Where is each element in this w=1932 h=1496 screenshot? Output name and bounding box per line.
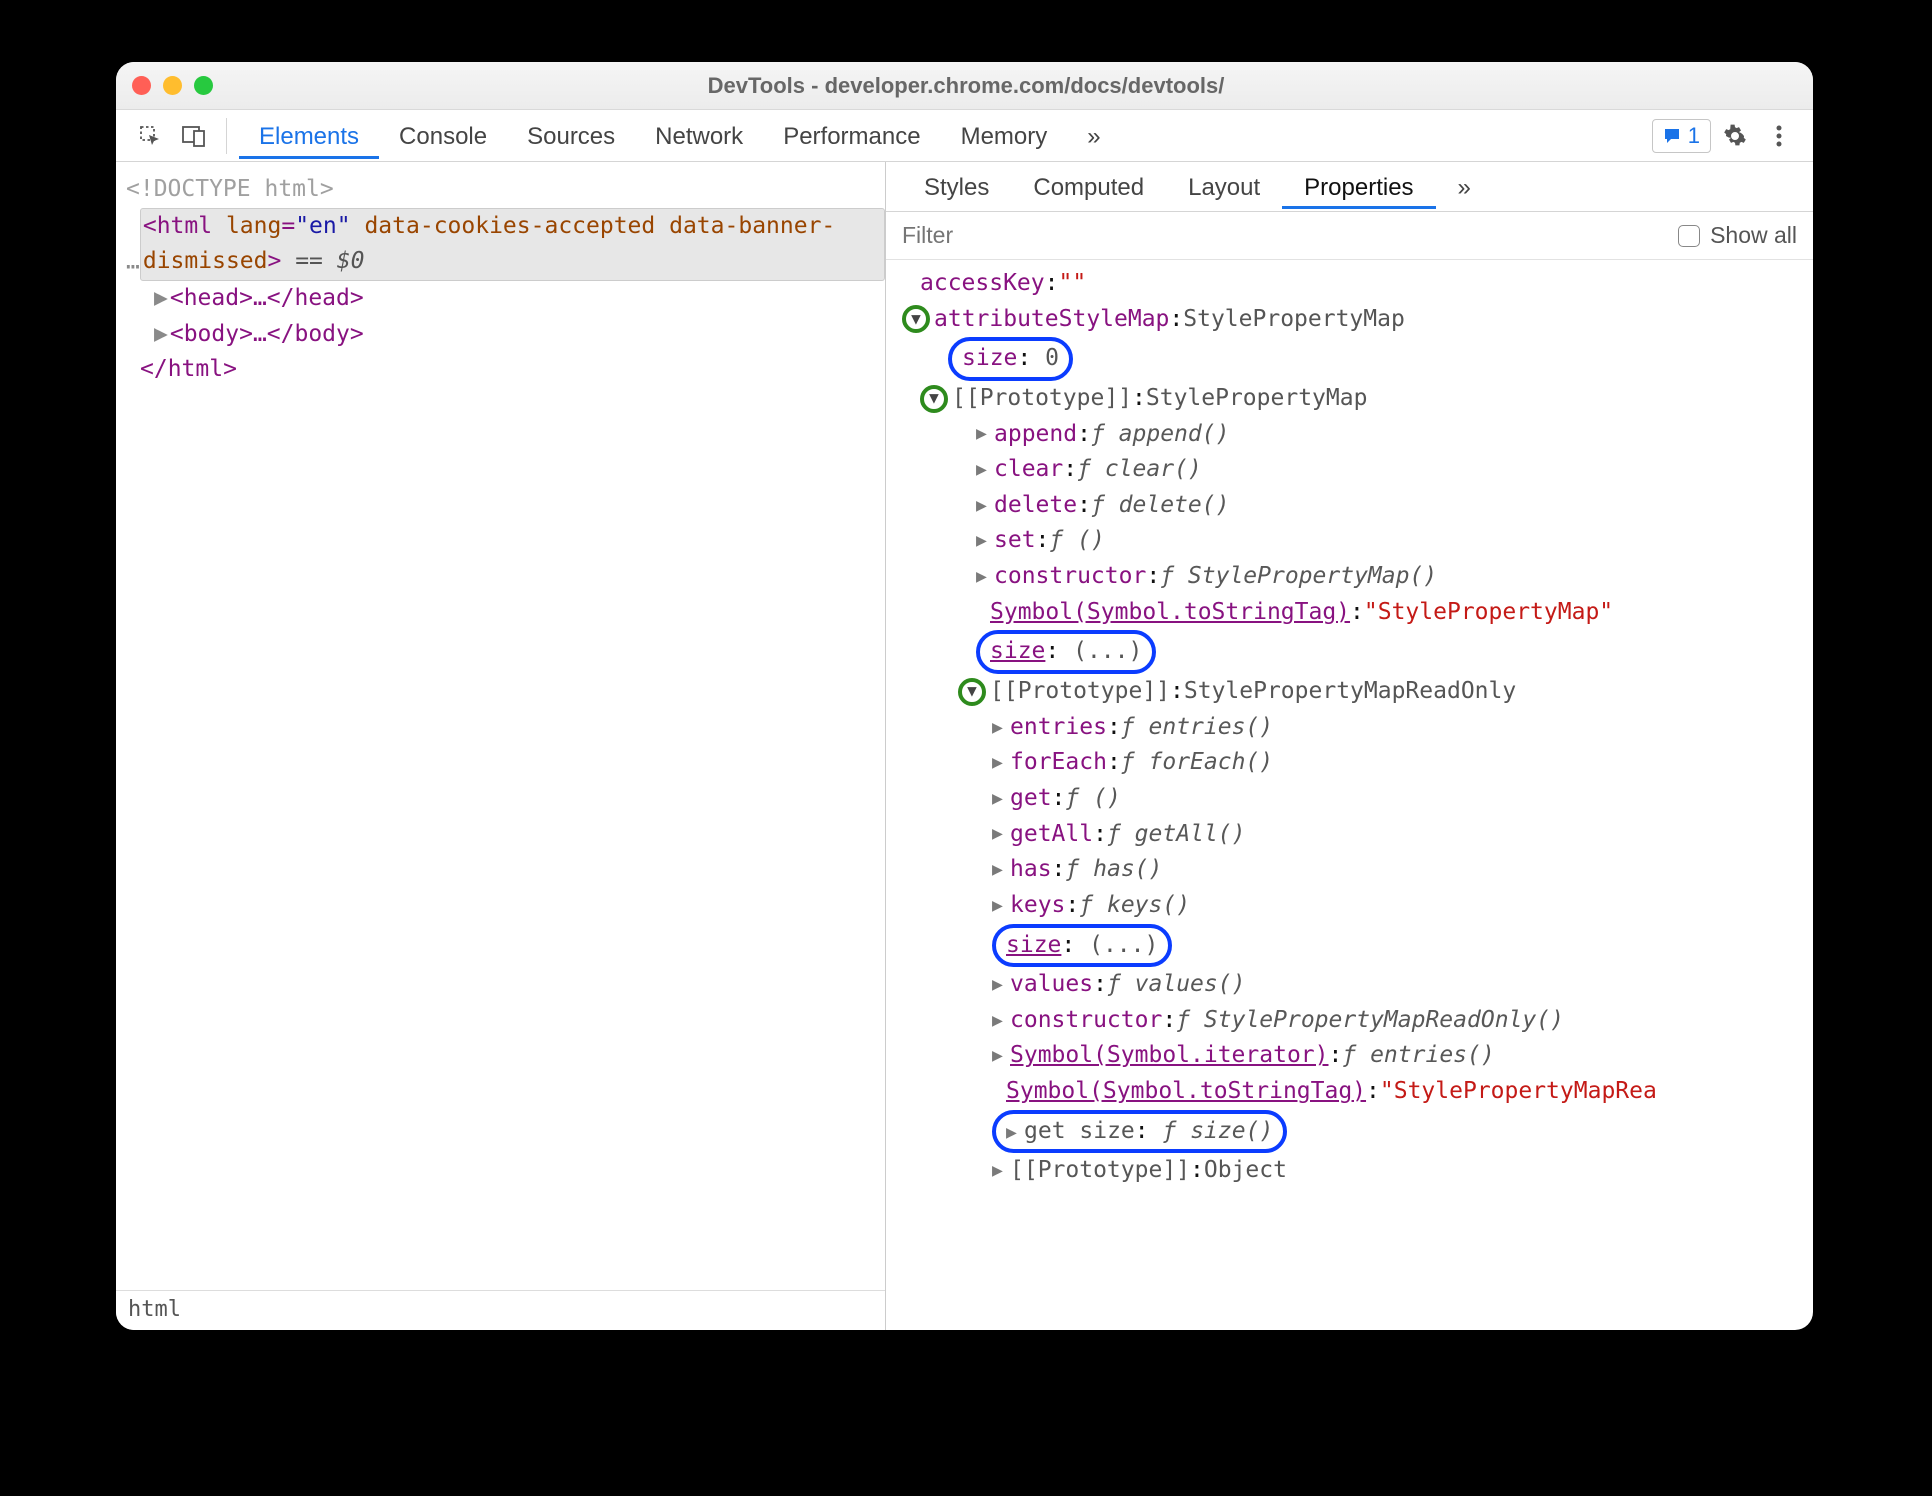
tabs-overflow[interactable]: » <box>1067 113 1120 159</box>
tab-sources[interactable]: Sources <box>507 113 635 159</box>
prop-size-0[interactable]: size: 0 <box>892 337 1813 381</box>
expand-marker-icon: ▼ <box>902 305 930 333</box>
filter-bar: Show all <box>886 212 1813 260</box>
prop-attributestylemap[interactable]: ▼attributeStyleMap: StylePropertyMap <box>892 302 1813 338</box>
prop-symboltostringtag-1[interactable]: Symbol(Symbol.toStringTag): "StyleProper… <box>892 595 1813 631</box>
elements-panel: <!DOCTYPE html> …<html lang="en" data-co… <box>116 162 886 1330</box>
prop-size-dots-2[interactable]: size: (...) <box>892 924 1813 968</box>
tab-properties[interactable]: Properties <box>1282 165 1435 209</box>
tab-computed[interactable]: Computed <box>1011 165 1166 209</box>
html-node[interactable]: …<html lang="en" data-cookies-accepted d… <box>126 208 871 281</box>
prop-getall[interactable]: ▶getAll: ƒ getAll() <box>892 817 1813 853</box>
tab-elements[interactable]: Elements <box>239 113 379 159</box>
prop-constructor-1[interactable]: ▶constructor: ƒ StylePropertyMap() <box>892 559 1813 595</box>
tab-network[interactable]: Network <box>635 113 763 159</box>
issues-icon <box>1663 127 1681 145</box>
dom-tree[interactable]: <!DOCTYPE html> …<html lang="en" data-co… <box>116 162 885 1330</box>
prop-prototype-3[interactable]: ▶[[Prototype]]: Object <box>892 1153 1813 1189</box>
issues-count: 1 <box>1688 123 1700 149</box>
prop-symboliterator[interactable]: ▶Symbol(Symbol.iterator): ƒ entries() <box>892 1038 1813 1074</box>
prop-has[interactable]: ▶has: ƒ has() <box>892 852 1813 888</box>
issues-button[interactable]: 1 <box>1652 119 1711 153</box>
body-node[interactable]: ▶<body>…</body> <box>126 317 871 353</box>
prop-entries[interactable]: ▶entries: ƒ entries() <box>892 710 1813 746</box>
tab-memory[interactable]: Memory <box>941 113 1068 159</box>
prop-get-size[interactable]: ▶get size: ƒ size() <box>892 1110 1813 1154</box>
prop-size-dots-1[interactable]: size: (...) <box>892 630 1813 674</box>
prop-accesskey[interactable]: accessKey: "" <box>892 266 1813 302</box>
head-node[interactable]: ▶<head>…</head> <box>126 281 871 317</box>
doctype-node[interactable]: <!DOCTYPE html> <box>126 176 334 202</box>
tabs-overflow[interactable]: » <box>1436 165 1493 209</box>
prop-clear[interactable]: ▶clear: ƒ clear() <box>892 452 1813 488</box>
separator <box>226 118 227 154</box>
prop-keys[interactable]: ▶keys: ƒ keys() <box>892 888 1813 924</box>
tab-layout[interactable]: Layout <box>1166 165 1282 209</box>
prop-symboltostringtag-2[interactable]: Symbol(Symbol.toStringTag): "StyleProper… <box>892 1074 1813 1110</box>
prop-foreach[interactable]: ▶forEach: ƒ forEach() <box>892 745 1813 781</box>
prop-values[interactable]: ▶values: ƒ values() <box>892 967 1813 1003</box>
html-close: </html> <box>140 356 237 382</box>
inspect-element-icon[interactable] <box>130 116 170 156</box>
prop-constructor-2[interactable]: ▶constructor: ƒ StylePropertyMapReadOnly… <box>892 1003 1813 1039</box>
tab-styles[interactable]: Styles <box>902 165 1011 209</box>
prop-set[interactable]: ▶set: ƒ () <box>892 523 1813 559</box>
prop-append[interactable]: ▶append: ƒ append() <box>892 417 1813 453</box>
prop-delete[interactable]: ▶delete: ƒ delete() <box>892 488 1813 524</box>
properties-tree[interactable]: accessKey: "" ▼attributeStyleMap: StyleP… <box>886 260 1813 1330</box>
prop-prototype-2[interactable]: ▼[[Prototype]]: StylePropertyMapReadOnly <box>892 674 1813 710</box>
showall-label: Show all <box>1710 222 1797 249</box>
checkbox-icon[interactable] <box>1678 225 1700 247</box>
prop-get[interactable]: ▶get: ƒ () <box>892 781 1813 817</box>
tab-console[interactable]: Console <box>379 113 507 159</box>
expand-marker-icon: ▼ <box>958 678 986 706</box>
settings-icon[interactable] <box>1715 116 1755 156</box>
devtools-window: DevTools - developer.chrome.com/docs/dev… <box>116 62 1813 1330</box>
kebab-menu-icon[interactable] <box>1759 116 1799 156</box>
device-toggle-icon[interactable] <box>174 116 214 156</box>
tab-performance[interactable]: Performance <box>763 113 940 159</box>
filter-input[interactable] <box>902 218 1664 254</box>
titlebar: DevTools - developer.chrome.com/docs/dev… <box>116 62 1813 110</box>
content-area: <!DOCTYPE html> …<html lang="en" data-co… <box>116 162 1813 1330</box>
breadcrumb[interactable]: html <box>116 1290 885 1330</box>
sidebar-tabs: Styles Computed Layout Properties » <box>886 162 1813 212</box>
expand-marker-icon: ▼ <box>920 385 948 413</box>
prop-prototype-1[interactable]: ▼[[Prototype]]: StylePropertyMap <box>892 381 1813 417</box>
window-title: DevTools - developer.chrome.com/docs/dev… <box>135 73 1797 99</box>
main-toolbar: Elements Console Sources Network Perform… <box>116 110 1813 162</box>
showall-toggle[interactable]: Show all <box>1678 222 1797 249</box>
main-tabs: Elements Console Sources Network Perform… <box>239 113 1121 159</box>
sidebar-panel: Styles Computed Layout Properties » Show… <box>886 162 1813 1330</box>
